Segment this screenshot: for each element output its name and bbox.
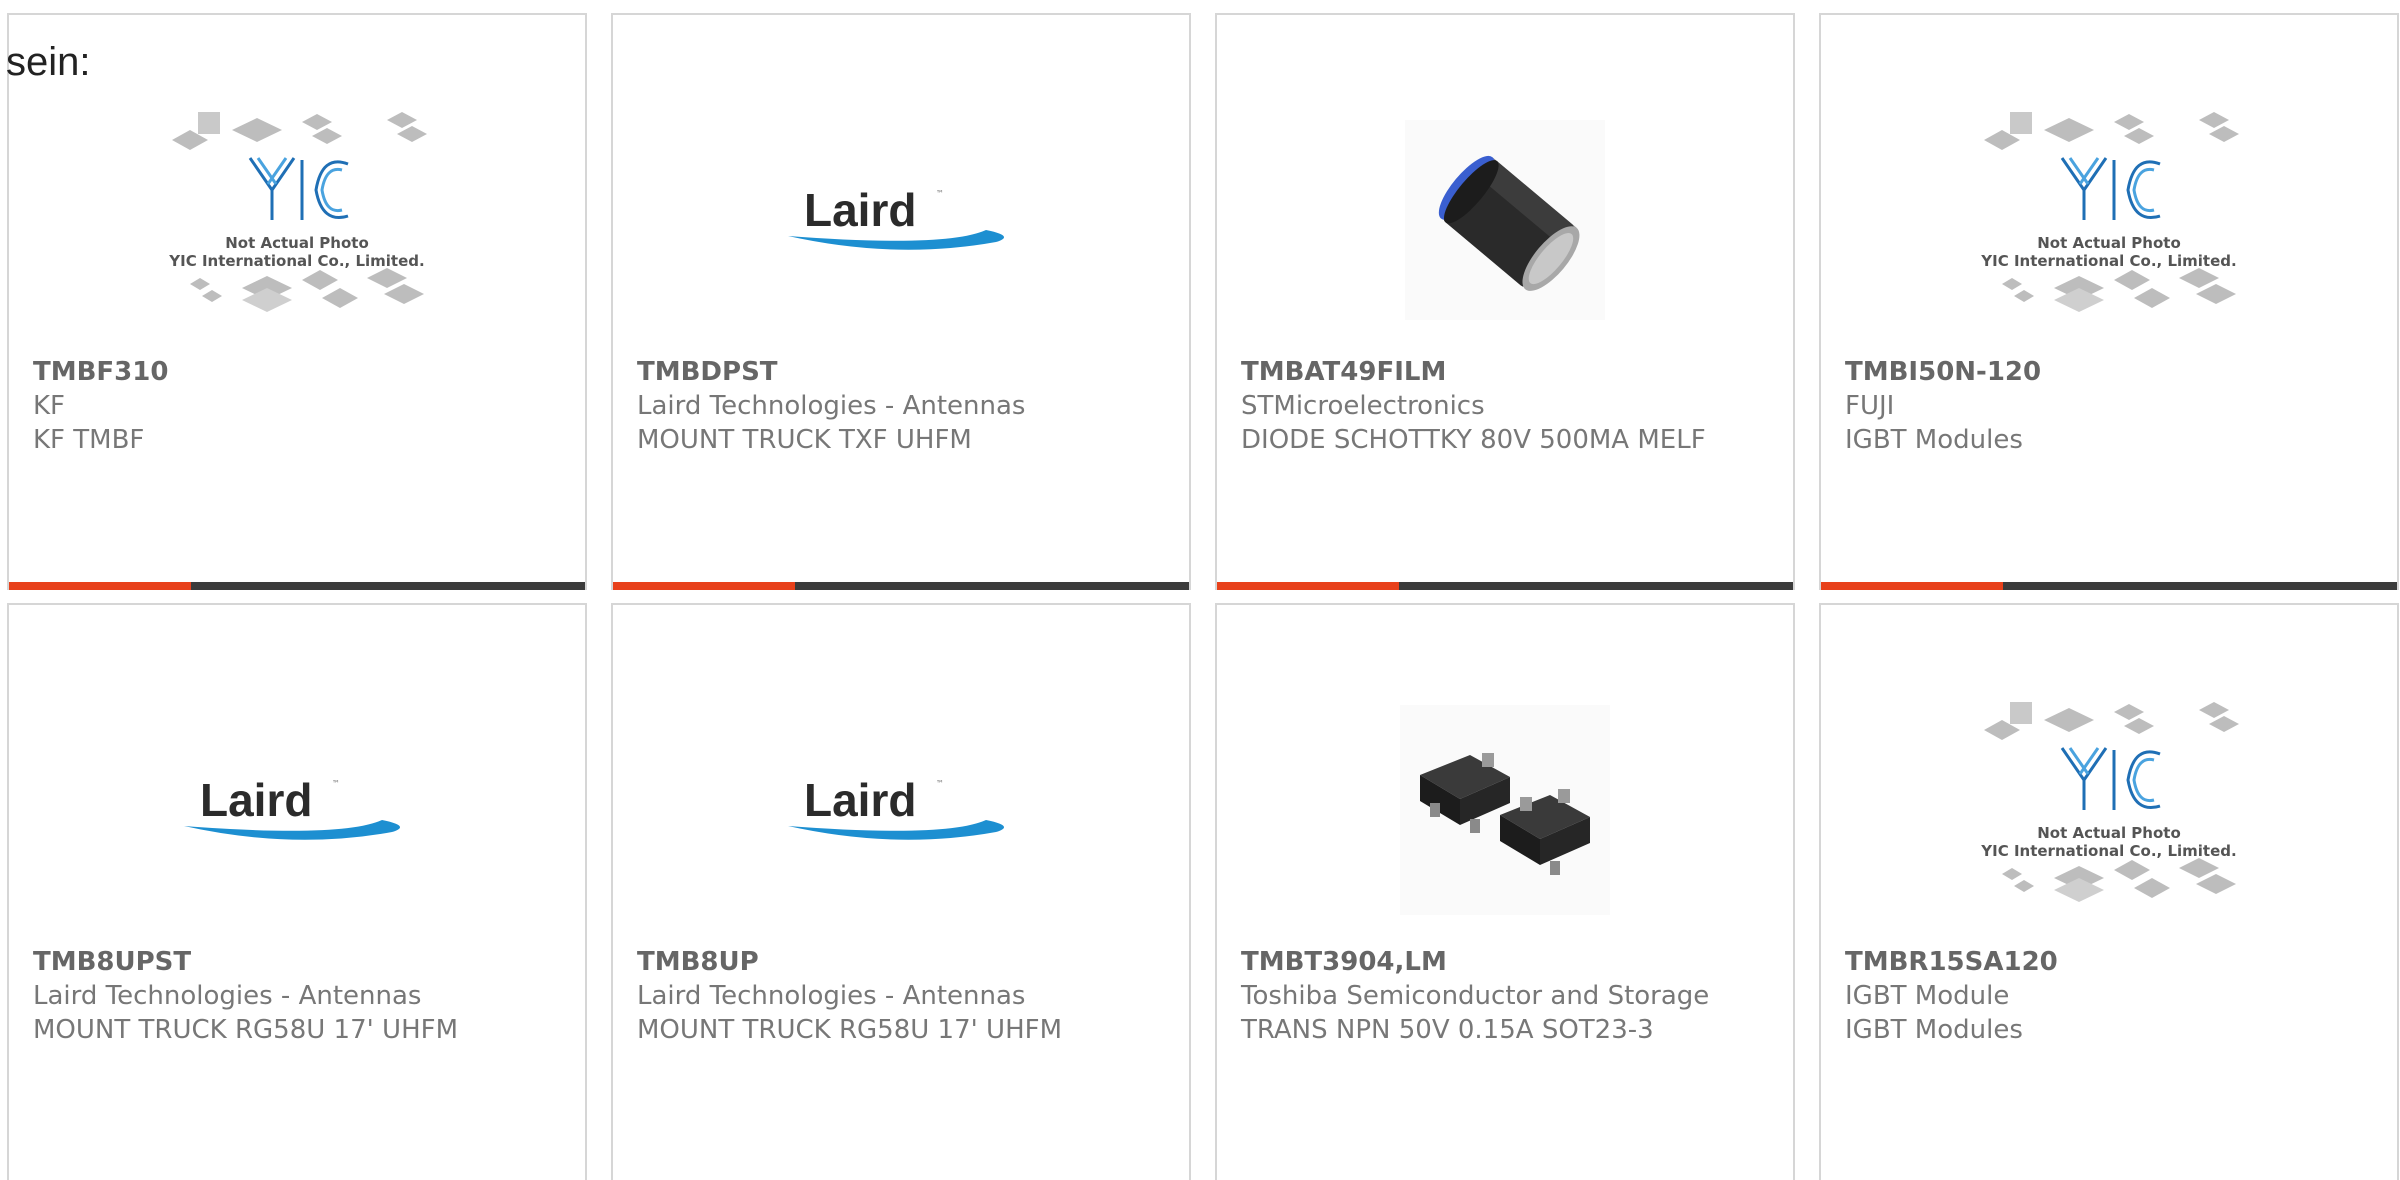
- part-number[interactable]: TMBDPST: [637, 355, 1165, 389]
- yic-placeholder-icon: Not Actual Photo YIC International Co., …: [1821, 675, 2397, 945]
- svg-text:™: ™: [936, 189, 944, 198]
- manufacturer: STMicroelectronics: [1241, 391, 1485, 421]
- yic-placeholder-icon: Not Actual Photo YIC International Co., …: [9, 85, 585, 355]
- product-card[interactable]: TMBAT49FILM STMicroelectronics DIODE SCH…: [1215, 13, 1795, 590]
- yic-placeholder-icon: Not Actual Photo YIC International Co., …: [1821, 85, 2397, 355]
- manufacturer: Toshiba Semiconductor and Storage: [1241, 981, 1710, 1011]
- manufacturer: FUJI: [1845, 391, 1895, 421]
- intro-text: sein:: [6, 40, 91, 84]
- manufacturer: KF: [33, 391, 66, 421]
- svg-text:Laird: Laird: [200, 774, 312, 826]
- part-number[interactable]: TMBI50N-120: [1845, 355, 2373, 389]
- manufacturer: Laird Technologies - Antennas: [637, 981, 1026, 1011]
- product-card[interactable]: TMBT3904,LM Toshiba Semiconductor and St…: [1215, 603, 1795, 1180]
- manufacturer: Laird Technologies - Antennas: [33, 981, 422, 1011]
- part-number[interactable]: TMB8UP: [637, 945, 1165, 979]
- product-grid: Not Actual Photo YIC International Co., …: [7, 13, 2399, 1180]
- svg-text:Not Actual Photo: Not Actual Photo: [2037, 824, 2181, 842]
- svg-text:YIC International Co., Limited: YIC International Co., Limited.: [168, 252, 424, 270]
- description: MOUNT TRUCK RG58U 17' UHFM: [33, 1015, 459, 1045]
- card-bottom-bar: [1821, 582, 2397, 590]
- laird-logo-icon: Laird ™: [613, 675, 1189, 945]
- description: TRANS NPN 50V 0.15A SOT23-3: [1241, 1015, 1654, 1045]
- svg-text:Not Actual Photo: Not Actual Photo: [2037, 234, 2181, 252]
- description: DIODE SCHOTTKY 80V 500MA MELF: [1241, 425, 1706, 455]
- product-card[interactable]: Laird ™ TMBDPST Laird Technologies - Ant…: [611, 13, 1191, 590]
- card-bottom-bar: [613, 582, 1189, 590]
- svg-text:YIC International Co., Limited: YIC International Co., Limited.: [1980, 842, 2236, 860]
- card-bottom-bar: [9, 582, 585, 590]
- card-bottom-bar: [1217, 582, 1793, 590]
- description: MOUNT TRUCK RG58U 17' UHFM: [637, 1015, 1063, 1045]
- laird-logo-icon: Laird ™: [9, 675, 585, 945]
- svg-text:Laird: Laird: [804, 184, 916, 236]
- part-number[interactable]: TMBF310: [33, 355, 561, 389]
- product-card[interactable]: Not Actual Photo YIC International Co., …: [7, 13, 587, 590]
- manufacturer: IGBT Module: [1845, 981, 2010, 1011]
- svg-text:YIC International Co., Limited: YIC International Co., Limited.: [1980, 252, 2236, 270]
- melf-diode-icon: [1217, 85, 1793, 355]
- description: IGBT Modules: [1845, 425, 2023, 455]
- description: MOUNT TRUCK TXF UHFM: [637, 425, 972, 455]
- product-card[interactable]: Not Actual Photo YIC International Co., …: [1819, 603, 2399, 1180]
- part-number[interactable]: TMBAT49FILM: [1241, 355, 1769, 389]
- laird-logo-icon: Laird ™: [613, 85, 1189, 355]
- product-card[interactable]: Laird ™ TMB8UPST Laird Technologies - An…: [7, 603, 587, 1180]
- svg-text:Laird: Laird: [804, 774, 916, 826]
- svg-text:Not Actual Photo: Not Actual Photo: [225, 234, 369, 252]
- description: IGBT Modules: [1845, 1015, 2023, 1045]
- part-number[interactable]: TMBT3904,LM: [1241, 945, 1769, 979]
- sot23-package-icon: [1217, 675, 1793, 945]
- product-card[interactable]: Laird ™ TMB8UP Laird Technologies - Ante…: [611, 603, 1191, 1180]
- description: KF TMBF: [33, 425, 145, 455]
- product-card[interactable]: Not Actual Photo YIC International Co., …: [1819, 13, 2399, 590]
- manufacturer: Laird Technologies - Antennas: [637, 391, 1026, 421]
- part-number[interactable]: TMBR15SA120: [1845, 945, 2373, 979]
- part-number[interactable]: TMB8UPST: [33, 945, 561, 979]
- svg-text:™: ™: [332, 779, 340, 788]
- svg-text:™: ™: [936, 779, 944, 788]
